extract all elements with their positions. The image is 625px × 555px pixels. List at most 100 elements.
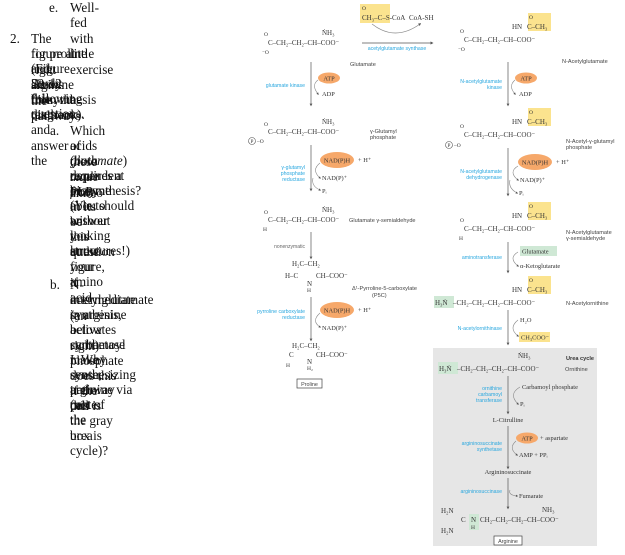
- carbonyl-o: O: [529, 15, 533, 21]
- compound-p5c: (P5C): [372, 293, 387, 299]
- compound-n-acetyl-gsa: γ-semialdehyde: [566, 236, 605, 242]
- hn: HN: [512, 212, 522, 220]
- enzyme-ggp-reductase: reductase: [282, 177, 305, 183]
- cofactor-h-plus: + H⁺: [358, 307, 371, 314]
- cofactor-pi: Pᵢ: [519, 190, 524, 197]
- cofactor-atp: ATP: [520, 76, 532, 83]
- h3n: H₃Ṅ: [439, 365, 452, 373]
- o-minus: ⁻O: [262, 50, 269, 56]
- amine: NH₃: [542, 506, 555, 514]
- hn: HN: [512, 118, 522, 126]
- cofactor-arrow: [315, 312, 321, 328]
- ring-n: N: [307, 358, 312, 366]
- compound-n-acetylglutamate: N-Acetylglutamate: [562, 59, 608, 65]
- compound-argininosuccinate: Argininosuccinate: [485, 469, 532, 476]
- enzyme-otc: transferase: [476, 398, 502, 404]
- glutamate-chain: C–CH₂–CH₂–CH–COO⁻: [268, 39, 340, 47]
- acetyl: C–CH₃: [527, 212, 548, 220]
- carbonyl-o: O: [529, 204, 533, 210]
- cofactor-fumarate: Fumarate: [519, 493, 543, 500]
- carbonyl-o: O: [529, 110, 533, 116]
- aldehyde-h: H: [263, 227, 267, 233]
- compound-p5c: Δ¹-Pyrroline-5-carboxylate: [352, 286, 417, 292]
- cofactor-atp: ATP: [323, 76, 335, 83]
- compound-gsa: Glutamate γ-semialdehyde: [349, 218, 416, 224]
- carbonyl-o: O: [460, 29, 464, 35]
- chain: C–CH₂–CH₂–CH–COO⁻: [464, 225, 536, 233]
- ring-ch: CH–COO⁻: [316, 351, 348, 359]
- carbonyl-o: O: [362, 6, 366, 12]
- amine: ṄH₃: [518, 352, 531, 360]
- cofactor-pi: Pᵢ: [520, 401, 525, 408]
- compound-glutamate: Glutamate: [350, 62, 376, 68]
- cofactor-h-plus: + H⁺: [358, 157, 371, 164]
- ring-hc: H–C: [285, 272, 299, 280]
- o-minus: ⁻O: [458, 47, 465, 53]
- cofactor-arrow: [312, 177, 322, 191]
- urea-cycle-label: Urea cycle: [566, 356, 594, 362]
- cofactor-arrow: [315, 162, 321, 179]
- cofactor-aspartate: + aspartate: [540, 435, 568, 442]
- chain: C–CH₂–CH₂–CH–COO⁻: [268, 216, 340, 224]
- compound-n-acetylornithine: N-Acetylornithine: [566, 301, 609, 307]
- enzyme-nag-kinase: kinase: [487, 85, 502, 91]
- enzyme-argininosuccinase: argininosuccinase: [460, 489, 502, 495]
- enzyme-nag-dehydrogenase: dehydrogenase: [466, 175, 502, 181]
- chain: C–CH₂–CH₂–CH–COO⁻: [464, 131, 536, 139]
- enzyme-glutamate-kinase: glutamate kinase: [266, 83, 305, 89]
- label-nonenzymatic: nonenzymatic: [274, 244, 305, 250]
- cofactor-water: H₂O: [520, 317, 532, 324]
- cofactor-adp: ADP: [322, 91, 335, 98]
- enzyme-p5c-reductase: reductase: [282, 315, 305, 321]
- carbonyl-o: O: [529, 278, 533, 284]
- enzyme-as-synthetase: synthetase: [477, 447, 502, 453]
- cofactor-acetate: CH₃COO⁻: [521, 335, 549, 342]
- cofactor-atp: ATP: [521, 436, 533, 443]
- ring-nh2: H₂: [307, 366, 313, 372]
- ring-ch: CH–COO⁻: [316, 272, 348, 280]
- cofactor-nadp: NAD(P)⁺: [322, 175, 347, 182]
- carbonyl-o: O: [460, 124, 464, 130]
- compound-citrulline: L-Citrulline: [493, 417, 524, 424]
- cofactor-a-ketoglutarate: α-Ketoglutarate: [520, 263, 560, 270]
- ornithine-chain: –CH₂–CH₂–CH₂–CH–COO⁻: [452, 299, 535, 307]
- amine: ṄH₃: [322, 206, 335, 214]
- ring-c: C: [289, 351, 294, 359]
- ring-top: H₂C–CH₂: [292, 342, 320, 350]
- acetyl: C–CH₃: [527, 23, 548, 31]
- phosphate-p: P: [448, 144, 451, 149]
- compound-proline: Proline: [301, 382, 318, 388]
- guanidino-h2n: H₂N: [441, 507, 454, 515]
- compound-ornithine: Ornithine: [565, 367, 588, 373]
- carbonyl-o: O: [460, 218, 464, 224]
- cofactor-nadph: NAD(P)H: [324, 308, 351, 315]
- arginine-chain: CH₂–CH₂–CH₂–CH–COO⁻: [480, 516, 559, 524]
- cofactor-nadp: NAD(P)⁺: [520, 177, 545, 184]
- ring-h: H: [286, 363, 290, 369]
- coa-sh: CoA-SH: [409, 14, 434, 22]
- cofactor-nadph: NAD(P)H: [522, 160, 549, 167]
- enzyme-acetylglutamate-synthase: acetylglutamate synthase: [368, 46, 427, 52]
- cofactor-arrow: [509, 179, 519, 194]
- enzyme-aminotransferase: aminotransferase: [462, 255, 502, 261]
- hn: HN: [512, 286, 522, 294]
- ring-n: N: [307, 280, 312, 288]
- h3n: H₃Ṅ: [435, 299, 448, 307]
- amine: ṄH₃: [322, 29, 335, 37]
- aldehyde-h: H: [459, 236, 463, 242]
- coa-curve-arrow: [371, 23, 422, 34]
- chain: C–CH₂–CH₂–CH–COO⁻: [464, 36, 536, 44]
- chain: C–CH₂–CH₂–CH–COO⁻: [268, 128, 340, 136]
- acetyl-coa: CH₃–C–S-CoA: [362, 14, 405, 22]
- acetyl: C–CH₃: [527, 118, 548, 126]
- compound-arginine: Arginine: [498, 539, 518, 545]
- cofactor-h-plus: + H⁺: [556, 159, 569, 166]
- cofactor-arrow: [512, 319, 519, 337]
- acetyl: C–CH₃: [527, 286, 548, 294]
- enzyme-n-acetylornithinase: N-acetylornithinase: [458, 326, 503, 332]
- compound-n-acetyl-ggp: phosphate: [566, 145, 592, 151]
- guanidino-h: H: [471, 525, 475, 531]
- cofactor-arrow: [511, 79, 516, 95]
- phosphate-p: P: [251, 140, 254, 145]
- ring-nh: H: [307, 288, 311, 294]
